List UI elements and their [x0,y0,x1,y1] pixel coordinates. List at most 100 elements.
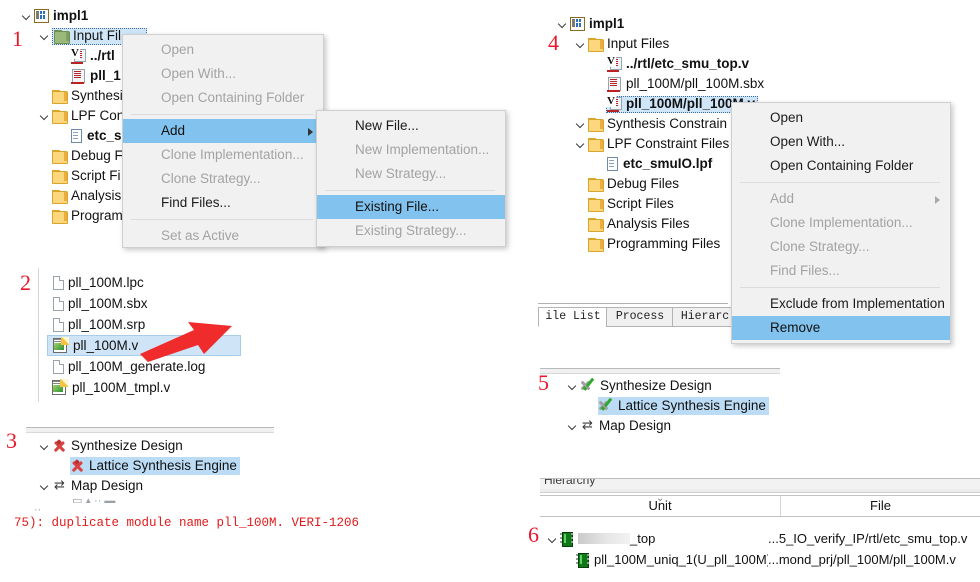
folder-icon [588,117,604,132]
column-header-unit[interactable]: ⌄ Unit [540,493,781,516]
tree-label: LPF Con [71,108,125,123]
chevron-down-icon[interactable] [20,6,34,26]
submenu-item-new-implementation[interactable]: New Implementation... [317,138,505,162]
chevron-down-icon[interactable] [38,436,52,456]
chevron-down-icon[interactable] [38,476,52,496]
unit-cell: pll_100M_uniq_1(U_pll_100M) [594,552,768,567]
process-row-lattice-synthesis-engine[interactable]: Lattice Synthesis Engine [34,456,294,476]
menu-item-find-files[interactable]: Find Files... [123,191,323,215]
menu-separator [740,287,940,288]
tree-row-etc-smu-top[interactable]: V ../rtl/etc_smu_top.v [556,54,816,74]
chevron-down-icon[interactable] [566,416,580,436]
folder-green-icon [54,29,70,44]
panel1-add-submenu[interactable]: New File... New Implementation... New St… [316,110,506,247]
chevron-down-icon[interactable] [574,134,588,154]
tree-label: Analysis Files [607,216,690,231]
map-arrows-icon: ⇄ [582,418,593,433]
menu-item-add[interactable]: Add [732,187,950,211]
chevron-down-icon[interactable] [556,14,570,34]
menu-item-open[interactable]: Open [732,106,950,130]
menu-item-clone-implementation[interactable]: Clone Implementation... [732,211,950,235]
impl-icon [570,17,585,31]
menu-separator [325,190,495,191]
menu-item-clone-implementation[interactable]: Clone Implementation... [123,143,323,167]
tree-row-pll-sbx[interactable]: pll_100M/pll_100M.sbx [556,74,816,94]
panel1-context-menu[interactable]: Open Open With... Open Containing Folder… [122,34,324,248]
tree-label: Analysis [71,188,122,203]
folder-icon [588,137,604,152]
panel6-splitter[interactable] [540,489,980,493]
marker-6: 6 [528,522,539,547]
process-row-lattice-synthesis-engine[interactable]: Lattice Synthesis Engine [562,396,832,416]
table-row[interactable]: pll_100M_uniq_1(U_pll_100M) ...mond_prj/… [540,549,980,570]
menu-item-set-as-active[interactable]: Set as Active [123,224,323,247]
process-row-synthesize-design[interactable]: Synthesize Design [562,376,832,396]
menu-item-exclude-from-implementation[interactable]: Exclude from Implementation [732,292,950,316]
menu-item-remove[interactable]: Remove [732,316,950,340]
chevron-down-icon[interactable] [574,114,588,134]
list-item[interactable]: pll_100M_tmpl.v [52,377,262,398]
submenu-item-new-file[interactable]: New File... [317,114,505,138]
chevron-down-icon[interactable] [38,26,52,46]
process-row-synthesize-design[interactable]: Synthesize Design [34,436,294,456]
submenu-item-existing-file[interactable]: Existing File... [317,195,505,219]
tab-file-list[interactable]: ile List [538,307,608,327]
panel5-splitter[interactable] [540,368,780,374]
list-item[interactable]: pll_100M.lpc [52,272,262,293]
panel4-context-menu[interactable]: Open Open With... Open Containing Folder… [731,102,951,344]
panel5-process-tree[interactable]: Synthesize Design Lattice Synthesis Engi… [562,376,832,436]
tree-label: pll_1 [90,68,121,83]
tab-hierarchy[interactable]: Hierarc [672,307,738,327]
process-label: Lattice Synthesis Engine [89,458,237,473]
chevron-down-icon[interactable] [566,376,580,396]
menu-item-clone-strategy[interactable]: Clone Strategy... [732,235,950,259]
tree-row-impl1[interactable]: impl1 [20,6,330,26]
page-icon [52,296,64,311]
menu-item-label: Add [770,191,795,206]
menu-item-find-files[interactable]: Find Files... [732,259,950,283]
menu-item-open-with[interactable]: Open With... [732,130,950,154]
menu-item-add[interactable]: Add [123,119,323,143]
error-x-icon [52,439,67,453]
chevron-down-icon[interactable] [38,106,52,126]
chevron-down-icon[interactable] [574,34,588,54]
column-header-file[interactable]: File [781,496,980,516]
panel3-process-tree[interactable]: Synthesize Design Lattice Synthesis Engi… [34,436,294,496]
tree-label: Debug F [71,148,123,163]
tree-row-impl1[interactable]: impl1 [556,14,816,34]
chevron-down-icon[interactable] [546,529,560,549]
menu-item-open-with[interactable]: Open With... [123,62,323,86]
tree-label: Input Files [607,36,670,51]
menu-item-clone-strategy[interactable]: Clone Strategy... [123,167,323,191]
hierarchy-header: ⌄ Unit File [540,493,980,517]
folder-icon [588,177,604,192]
menu-item-open-containing-folder[interactable]: Open Containing Folder [732,154,950,178]
panel3-splitter[interactable] [26,427,274,433]
lpf-icon [70,129,83,143]
menu-item-open[interactable]: Open [123,38,323,62]
tab-process[interactable]: Process [606,307,674,327]
panel4-tabbar-line [538,303,728,304]
process-label: Synthesize Design [600,378,712,393]
process-row-map-design[interactable]: ⇄ Map Design [34,476,294,496]
unit-cell: _top [578,531,768,546]
menu-item-open-containing-folder[interactable]: Open Containing Folder [123,86,323,110]
verilog-edit-icon [53,337,69,353]
process-row-map-design[interactable]: ⇄ Map Design [562,416,832,436]
table-row[interactable]: _top ...5_IO_verify_IP/rtl/etc_smu_top.v [540,528,980,549]
submenu-item-new-strategy[interactable]: New Strategy... [317,162,505,186]
tree-row-input-files[interactable]: Input Files [556,34,816,54]
process-label: Map Design [71,478,144,493]
impl-icon [34,9,49,23]
list-item[interactable]: pll_100M.sbx [52,293,262,314]
submenu-item-existing-strategy[interactable]: Existing Strategy... [317,219,505,243]
